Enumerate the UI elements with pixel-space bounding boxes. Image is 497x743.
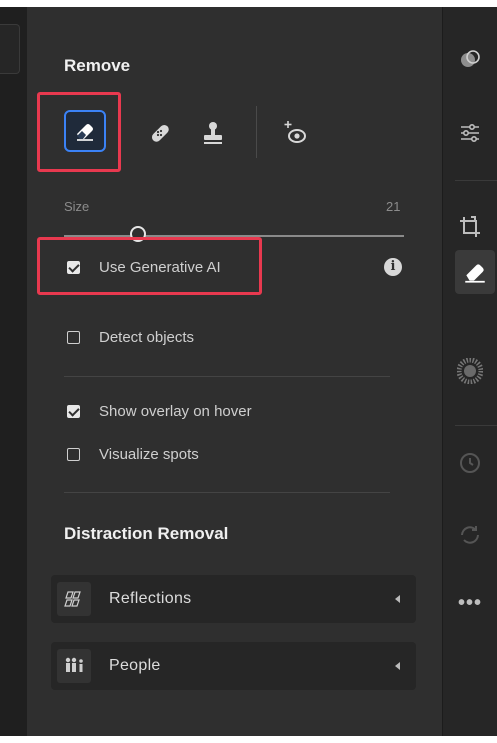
clone-tool-button[interactable] xyxy=(192,112,234,154)
more-icon[interactable]: ••• xyxy=(455,588,485,618)
size-label: Size xyxy=(64,199,90,214)
use-generative-ai-checkbox[interactable] xyxy=(67,261,80,274)
adjust-sliders-icon[interactable] xyxy=(455,118,485,148)
bottom-frame xyxy=(0,736,497,743)
left-strip xyxy=(0,7,27,736)
reflections-icon xyxy=(57,582,91,616)
visualize-spots-label: Visualize spots xyxy=(99,446,199,463)
show-overlay-option[interactable]: Show overlay on hover xyxy=(67,403,252,420)
size-value: 21 xyxy=(386,199,401,214)
edit-icon[interactable] xyxy=(455,44,485,74)
show-overlay-label: Show overlay on hover xyxy=(99,403,252,420)
red-eye-icon xyxy=(284,121,306,143)
red-eye-tool-button[interactable] xyxy=(274,112,316,154)
history-icon[interactable] xyxy=(455,448,485,478)
visualize-spots-checkbox[interactable] xyxy=(67,448,80,461)
bandage-icon xyxy=(151,124,169,142)
eraser-icon xyxy=(77,124,93,141)
visualize-spots-option[interactable]: Visualize spots xyxy=(67,446,199,463)
heal-tool-button[interactable] xyxy=(139,112,181,154)
toolbar-divider xyxy=(455,180,497,181)
left-panel-tab[interactable] xyxy=(0,24,20,74)
reflections-row[interactable]: Reflections xyxy=(51,575,416,623)
panel-title: Remove xyxy=(64,56,131,75)
eraser-tool-button[interactable] xyxy=(64,110,106,152)
people-icon xyxy=(57,649,91,683)
reflections-label: Reflections xyxy=(109,590,192,607)
distraction-removal-title: Distraction Removal xyxy=(64,524,229,543)
tool-separator xyxy=(256,106,257,158)
chevron-left-icon xyxy=(395,595,400,603)
remove-eraser-icon[interactable] xyxy=(460,257,490,287)
top-frame xyxy=(0,0,497,7)
toolbar-divider-2 xyxy=(455,425,497,426)
masking-icon[interactable] xyxy=(455,356,485,386)
use-generative-ai-label: Use Generative AI xyxy=(99,259,221,276)
options-divider xyxy=(64,376,390,377)
sync-icon[interactable] xyxy=(455,520,485,550)
people-row[interactable]: People xyxy=(51,642,416,690)
show-overlay-checkbox[interactable] xyxy=(67,405,80,418)
crop-icon[interactable] xyxy=(455,212,485,242)
detect-objects-option[interactable]: Detect objects xyxy=(67,329,194,346)
section-divider xyxy=(64,492,390,493)
people-label: People xyxy=(109,657,161,674)
chevron-left-icon xyxy=(395,662,400,670)
use-generative-ai-option[interactable]: Use Generative AI xyxy=(67,259,221,276)
detect-objects-label: Detect objects xyxy=(99,329,195,346)
clone-stamp-icon xyxy=(204,122,222,144)
info-icon[interactable]: i xyxy=(384,258,402,276)
detect-objects-checkbox[interactable] xyxy=(67,331,80,344)
